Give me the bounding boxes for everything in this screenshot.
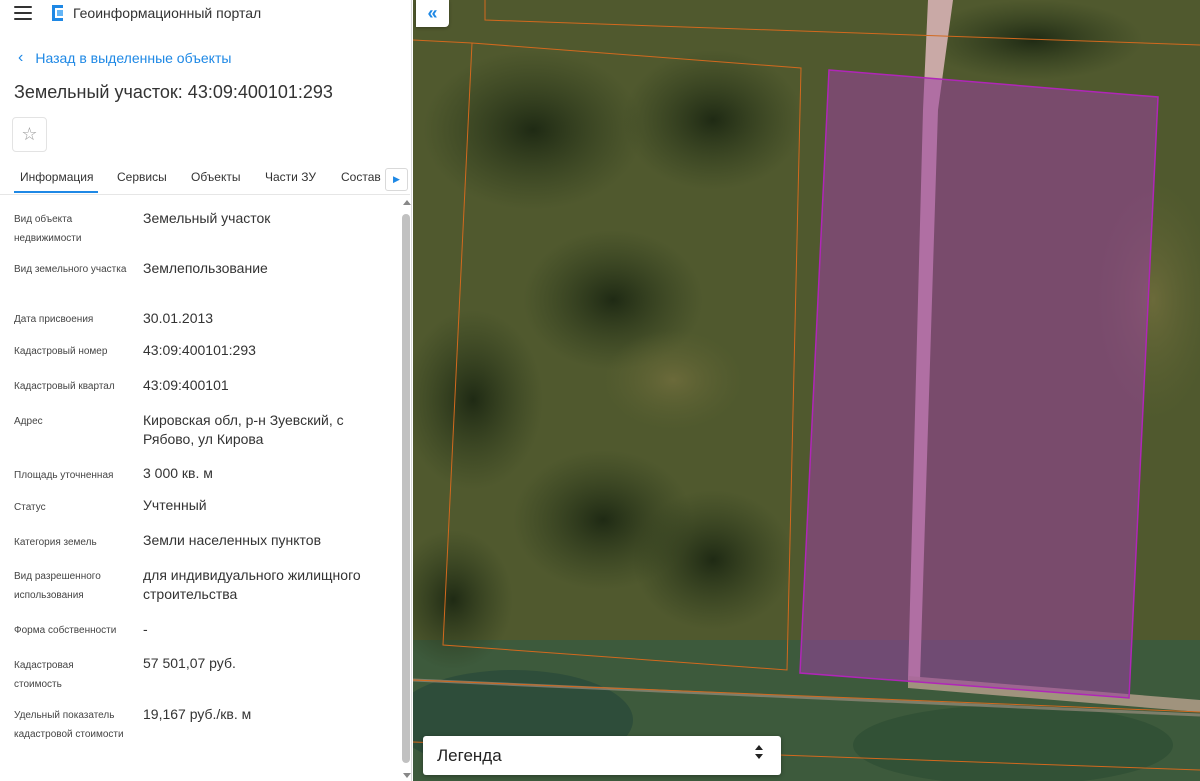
- tab-composition[interactable]: Состав: [341, 170, 381, 184]
- property-label: Адрес: [14, 416, 43, 427]
- up-down-chevron-icon: [755, 745, 763, 759]
- property-value: Учтенный: [143, 497, 207, 513]
- tree-cluster: [423, 50, 643, 210]
- chevron-left-icon: ‹: [18, 49, 24, 66]
- hamburger-icon[interactable]: [14, 6, 32, 20]
- property-value: для индивидуального жилищного строительс…: [143, 567, 361, 602]
- tab-services[interactable]: Сервисы: [117, 170, 167, 184]
- tab-scroll-right-button[interactable]: ▶: [385, 168, 408, 191]
- tab-information[interactable]: Информация: [20, 170, 93, 184]
- tree-cluster: [923, 0, 1143, 80]
- property-label: Вид разрешенного использования: [14, 571, 101, 601]
- property-value: 30.01.2013: [143, 310, 214, 326]
- property-value: Землепользование: [143, 260, 268, 276]
- portal-logo-icon: [52, 5, 63, 21]
- property-value: 57 501,07 руб.: [143, 655, 236, 671]
- property-value: 43:09:400101:293: [143, 342, 256, 358]
- property-label: Удельный показатель кадастровой стоимост…: [14, 710, 124, 740]
- page-title: Земельный участок: 43:09:400101:293: [14, 82, 333, 102]
- active-tab-indicator: [14, 191, 98, 193]
- property-value: 43:09:400101: [143, 377, 229, 393]
- double-chevron-left-icon: «: [427, 3, 438, 23]
- property-label: Дата присвоения: [14, 314, 94, 325]
- scrollbar-thumb[interactable]: [402, 214, 410, 763]
- property-value: Земли населенных пунктов: [143, 532, 322, 548]
- property-label: Кадастровый номер: [14, 346, 108, 357]
- legend-dropdown[interactable]: Легенда: [423, 736, 781, 775]
- property-label: Вид земельного участка: [14, 264, 127, 275]
- clearing: [603, 330, 743, 430]
- scroll-up-arrow-icon[interactable]: [403, 200, 411, 205]
- selected-parcel-highlight[interactable]: [799, 69, 1159, 699]
- legend-label: Легенда: [437, 745, 502, 765]
- property-value: Земельный участок: [143, 210, 271, 226]
- top-bar: Геоинформационный портал: [0, 0, 411, 26]
- collapse-panel-button[interactable]: «: [416, 0, 449, 27]
- panel-scrollbar[interactable]: [400, 198, 411, 781]
- tree-cluster: [623, 50, 803, 190]
- map-canvas[interactable]: [413, 0, 1200, 781]
- property-label: Статус: [14, 502, 46, 513]
- property-value: Кировская обл, р-н Зуевский, с Рябово, у…: [143, 412, 344, 447]
- tab-bar: Информация Сервисы Объекты Части ЗУ Сост…: [0, 162, 410, 195]
- chevron-right-icon: ▶: [393, 174, 400, 184]
- info-panel: Геоинформационный портал ‹ Назад в выдел…: [0, 0, 412, 781]
- tab-objects[interactable]: Объекты: [191, 170, 241, 184]
- property-label: Кадастровый квартал: [14, 381, 115, 392]
- tab-parcel-parts[interactable]: Части ЗУ: [265, 170, 316, 184]
- property-value: -: [143, 621, 148, 637]
- property-label: Вид объекта недвижимости: [14, 214, 82, 244]
- tree-cluster: [633, 490, 793, 630]
- property-label: Категория земель: [14, 537, 97, 548]
- property-label: Форма собственности: [14, 625, 117, 636]
- property-label: Кадастровая стоимость: [14, 660, 74, 690]
- property-value: 3 000 кв. м: [143, 465, 213, 481]
- scroll-down-arrow-icon[interactable]: [403, 773, 411, 778]
- back-to-selection-link[interactable]: ‹ Назад в выделенные объекты: [18, 49, 232, 67]
- app-title: Геоинформационный портал: [73, 5, 262, 21]
- property-value: 19,167 руб./кв. м: [143, 706, 252, 722]
- favorite-button[interactable]: ☆: [12, 117, 47, 152]
- back-link-label: Назад в выделенные объекты: [35, 50, 232, 66]
- satellite-map[interactable]: [413, 0, 1200, 781]
- star-icon: ☆: [21, 124, 38, 144]
- property-label: Площадь уточненная: [14, 470, 114, 481]
